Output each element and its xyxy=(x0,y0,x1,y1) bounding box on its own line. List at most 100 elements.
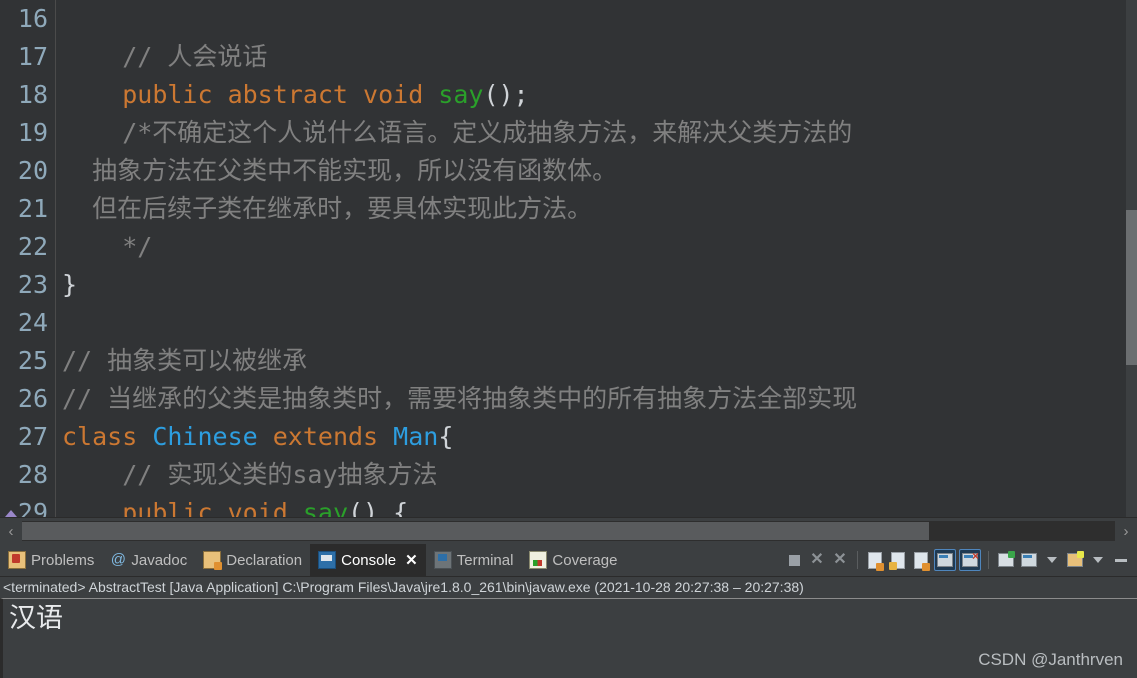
launch-status-line: <terminated> AbstractTest [Java Applicat… xyxy=(0,577,1137,598)
editor-vertical-scrollbar[interactable] xyxy=(1126,0,1137,517)
code-line[interactable]: class Chinese extends Man{ xyxy=(56,418,1137,456)
line-number: 24 xyxy=(17,308,48,337)
code-token: // 当继承的父类是抽象类时，需要将抽象类中的所有抽象方法全部实现 xyxy=(62,384,858,413)
tab-problems[interactable]: Problems xyxy=(0,544,102,576)
line-number: 17 xyxy=(17,42,48,71)
tab-javadoc[interactable]: @ Javadoc xyxy=(102,544,195,576)
scroll-lock-button[interactable] xyxy=(888,550,908,570)
code-line[interactable]: 但在后续子类在继承时，要具体实现此方法。 xyxy=(56,190,1137,228)
close-icon[interactable]: ✕ xyxy=(405,551,418,569)
tab-terminal[interactable]: Terminal xyxy=(426,544,522,576)
tab-label: Declaration xyxy=(226,551,303,569)
code-line[interactable]: public abstract void say(); xyxy=(56,76,1137,114)
pin-console-button[interactable] xyxy=(934,549,956,571)
tab-label: Coverage xyxy=(552,551,618,569)
code-token: */ xyxy=(62,232,153,261)
console-output-area[interactable]: 汉语 CSDN @Janthrven xyxy=(0,598,1137,678)
clear-console-button[interactable] xyxy=(865,550,885,571)
line-number: 29 xyxy=(0,494,68,517)
word-wrap-icon xyxy=(914,551,930,571)
tab-label: Problems xyxy=(31,551,95,569)
problems-icon xyxy=(8,551,26,569)
scroll-left-arrow-icon[interactable]: ‹ xyxy=(0,523,22,540)
code-text-area[interactable]: // 人会说话 public abstract void say(); /*不确… xyxy=(56,0,1137,517)
toolbar-divider xyxy=(988,551,989,569)
open-console-button[interactable] xyxy=(996,550,1016,570)
clear-console-icon xyxy=(868,551,884,571)
new-view-icon xyxy=(1067,551,1084,567)
view-menu-button[interactable] xyxy=(1088,550,1108,570)
code-token: // 实现父类的say抽象方法 xyxy=(62,460,438,489)
code-token: // 人会说话 xyxy=(62,42,268,71)
code-line[interactable] xyxy=(56,0,1137,38)
toolbar-divider xyxy=(857,551,858,569)
code-token: 但在后续子类在继承时，要具体实现此方法。 xyxy=(62,194,593,223)
word-wrap-button[interactable] xyxy=(911,550,931,571)
tab-label: Console xyxy=(341,551,397,569)
tab-declaration[interactable]: Declaration xyxy=(195,544,310,576)
code-token: Man xyxy=(393,422,439,451)
code-line[interactable]: // 当继承的父类是抽象类时，需要将抽象类中的所有抽象方法全部实现 xyxy=(56,380,1137,418)
remove-all-x-icon: ✕ xyxy=(833,551,847,568)
code-line[interactable]: } xyxy=(56,266,1137,304)
stop-square-icon xyxy=(788,554,800,566)
console-dropdown-button[interactable] xyxy=(1042,550,1062,570)
console-output-text: 汉语 xyxy=(9,603,63,634)
eclipse-ide-window: 16 17 18 19 20 21 22 23 24 25 26 27 28 29 // 人会说话 pub… xyxy=(0,0,1137,678)
line-number-gutter[interactable]: 16 17 18 19 20 21 22 23 24 25 26 27 28 29 xyxy=(0,0,68,517)
scroll-right-arrow-icon[interactable]: › xyxy=(1115,523,1137,540)
code-line[interactable]: */ xyxy=(56,228,1137,266)
pin-console-icon xyxy=(937,553,953,567)
remove-x-icon: ✕ xyxy=(810,551,824,568)
display-selected-console-icon xyxy=(962,550,979,567)
code-line[interactable]: /*不确定这个人说什么语言。定义成抽象方法，来解决父类方法的 xyxy=(56,114,1137,152)
new-console-view-icon xyxy=(1021,553,1037,567)
line-number: 25 xyxy=(17,346,48,375)
code-token: } xyxy=(62,270,78,299)
code-token: { xyxy=(438,422,454,451)
code-token: /*不确定这个人说什么语言。定义成抽象方法，来解决父类方法的 xyxy=(62,118,853,147)
terminate-button[interactable] xyxy=(784,550,804,570)
code-line[interactable]: 抽象方法在父类中不能实现，所以没有函数体。 xyxy=(56,152,1137,190)
override-marker-icon[interactable] xyxy=(5,510,17,517)
code-token: public void xyxy=(122,498,303,517)
new-view-button[interactable] xyxy=(1065,550,1085,570)
chevron-down-icon xyxy=(1047,557,1057,563)
code-line[interactable]: // 人会说话 xyxy=(56,38,1137,76)
line-number: 19 xyxy=(17,118,48,147)
code-editor[interactable]: 16 17 18 19 20 21 22 23 24 25 26 27 28 29 // 人会说话 pub… xyxy=(0,0,1137,517)
minimize-icon xyxy=(1115,558,1127,562)
tab-label: Javadoc xyxy=(131,551,188,569)
editor-horizontal-scrollbar[interactable]: ‹ › xyxy=(0,517,1137,544)
code-token: say xyxy=(302,498,348,517)
chevron-down-icon xyxy=(1093,557,1103,563)
console-toolbar: ✕ ✕ xyxy=(784,544,1137,576)
tab-console[interactable]: Console ✕ xyxy=(310,544,426,576)
javadoc-icon: @ xyxy=(110,551,126,568)
editor-vertical-scrollbar-thumb[interactable] xyxy=(1126,210,1137,365)
console-icon xyxy=(318,551,337,569)
terminal-icon xyxy=(433,551,452,569)
horizontal-scroll-track[interactable] xyxy=(22,521,1115,541)
code-line[interactable]: // 抽象类可以被继承 xyxy=(56,342,1137,380)
code-token: 抽象方法在父类中不能实现，所以没有函数体。 xyxy=(62,156,618,185)
line-number: 23 xyxy=(17,270,48,299)
code-token: (); xyxy=(483,80,529,109)
code-token: Chinese xyxy=(152,422,273,451)
panel-tab-bar: Problems @ Javadoc Declaration Console ✕ Termi… xyxy=(0,544,1137,577)
code-line[interactable] xyxy=(56,304,1137,342)
horizontal-scroll-thumb[interactable] xyxy=(22,522,930,540)
tab-coverage[interactable]: Coverage xyxy=(521,544,625,576)
remove-launch-button[interactable]: ✕ xyxy=(807,550,827,570)
code-line[interactable]: public void say() { xyxy=(56,494,1137,517)
code-line[interactable]: // 实现父类的say抽象方法 xyxy=(56,456,1137,494)
line-number: 28 xyxy=(17,460,48,489)
new-console-view-button[interactable] xyxy=(1019,550,1039,570)
minimize-button[interactable] xyxy=(1111,550,1131,570)
remove-all-terminated-button[interactable]: ✕ xyxy=(830,550,850,570)
line-number: 22 xyxy=(17,232,48,261)
display-selected-console-button[interactable] xyxy=(959,549,981,571)
line-number: 18 xyxy=(17,80,48,109)
code-token: () { xyxy=(348,498,409,517)
